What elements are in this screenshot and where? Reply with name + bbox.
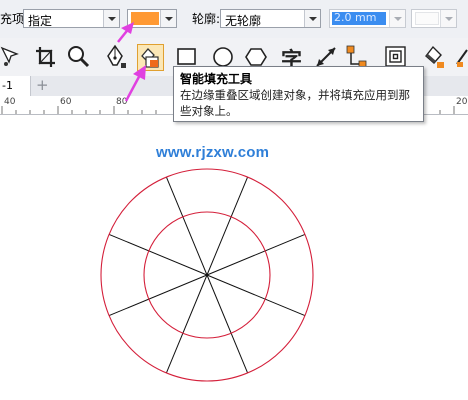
fill-color-picker[interactable] [127,9,177,28]
fill-bucket-tool-button[interactable] [422,44,446,70]
pen-icon [107,44,126,68]
pick-tool-button[interactable] [0,44,24,70]
outline-color-picker[interactable] [411,9,457,28]
chevron-down-icon[interactable] [160,10,176,27]
outline-width-value: 2.0 mm [334,11,377,24]
fill-mode-select[interactable]: 指定 [23,9,120,28]
fill-mode-value: 指定 [28,14,53,28]
pick-icon [0,46,19,66]
tooltip-title: 智能填充工具 [180,72,253,86]
circle-drawing[interactable] [100,168,314,382]
outline-width-select[interactable]: 2.0 mm [329,9,406,28]
fill-bucket-icon [425,45,444,68]
document-tab-label: -1 [2,79,13,92]
property-bar: 充项: 指定 轮廓: 无轮廓 2.0 mm [0,0,468,39]
ruler-label: 40 [4,97,16,107]
document-tab[interactable]: -1 [0,76,31,96]
smart-fill-icon [137,44,164,71]
watermark-text: www.rjzxw.com [156,144,270,161]
tooltip-description: 在边缘重叠区域创建对象，并将填充应用到那些对象上。 [180,88,410,118]
chevron-down-icon[interactable] [103,10,119,27]
smart-fill-tool-button[interactable] [137,44,165,71]
ruler-label: 80 [116,97,128,107]
outline-label: 轮廓: [192,12,221,26]
crop-icon [36,47,55,67]
zoom-icon [68,46,90,68]
outline-mode-select[interactable]: 无轮廓 [220,9,321,28]
eyedropper-icon [456,49,468,67]
pen-tool-button[interactable] [105,44,129,70]
add-tab-icon[interactable]: + [36,76,49,94]
crop-tool-button[interactable] [33,44,57,70]
smart-fill-tooltip: 智能填充工具 在边缘重叠区域创建对象，并将填充应用到那些对象上。 [173,66,424,122]
outline-mode-value: 无轮廓 [225,14,262,28]
outline-color-swatch [415,12,439,25]
chevron-down-icon[interactable] [304,10,320,27]
chevron-down-icon[interactable] [389,10,405,27]
next-tool-button[interactable] [455,44,468,70]
ruler-label: 60 [60,97,72,107]
fill-color-swatch [131,12,159,25]
chevron-down-icon[interactable] [440,10,456,27]
zoom-tool-button[interactable] [67,44,91,70]
ruler-label: 20 [456,97,468,107]
